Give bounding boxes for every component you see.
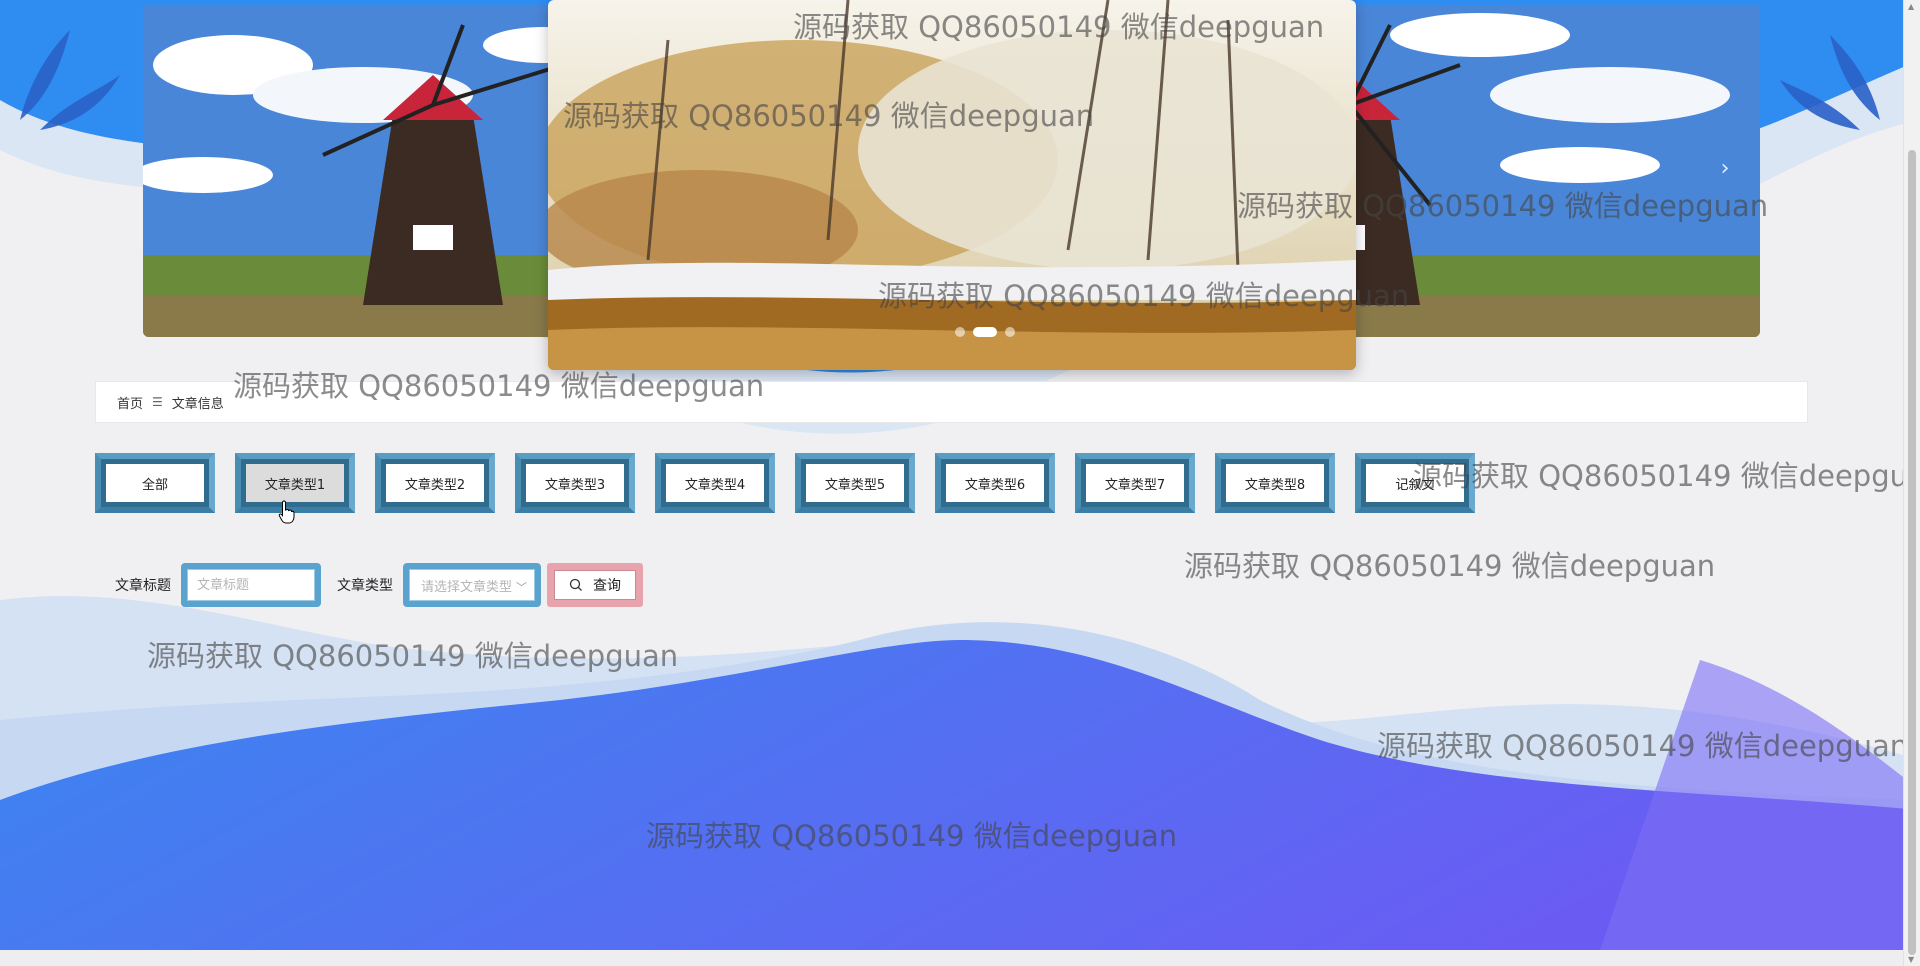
category-button-type4[interactable]: 文章类型4 — [655, 453, 775, 513]
breadcrumb-home-link[interactable]: 首页 — [117, 393, 143, 412]
category-button-type7[interactable]: 文章类型7 — [1075, 453, 1195, 513]
category-button-all[interactable]: 全部 — [95, 453, 215, 513]
carousel-dot-2[interactable] — [973, 327, 997, 337]
category-label: 文章类型4 — [666, 464, 764, 502]
category-label: 文章类型8 — [1226, 464, 1324, 502]
category-filter-bar: 全部 文章类型1 文章类型2 文章类型3 文章类型4 文章类型5 文章类型6 文… — [95, 453, 1475, 513]
search-form: 文章标题 文章类型 请选择文章类型 ﹀ 查询 — [115, 563, 643, 607]
type-field-label: 文章类型 — [337, 578, 393, 594]
carousel-slide-snow-forest[interactable] — [548, 0, 1356, 370]
category-button-type3[interactable]: 文章类型3 — [515, 453, 635, 513]
category-label: 全部 — [106, 464, 204, 502]
image-carousel: ‹ › — [143, 0, 1760, 375]
carousel-indicators — [955, 327, 1015, 337]
chevron-down-icon: ﹀ — [516, 581, 527, 594]
search-icon — [569, 578, 582, 591]
search-button-label: 查询 — [593, 578, 621, 594]
category-label: 文章类型3 — [526, 464, 624, 502]
snow-forest-image — [548, 0, 1356, 370]
category-label: 文章类型1 — [246, 464, 344, 502]
breadcrumb-current: 文章信息 — [171, 396, 224, 412]
search-button[interactable]: 查询 — [547, 563, 643, 607]
category-button-type8[interactable]: 文章类型8 — [1215, 453, 1335, 513]
category-button-narrative[interactable]: 记叙文 — [1355, 453, 1475, 513]
title-search-input[interactable] — [187, 569, 315, 601]
scroll-up-arrow-icon[interactable]: ▲ — [1908, 2, 1914, 11]
carousel-dot-3[interactable] — [1005, 327, 1015, 337]
category-label: 文章类型5 — [806, 464, 904, 502]
category-button-type6[interactable]: 文章类型6 — [935, 453, 1055, 513]
type-select[interactable]: 请选择文章类型 ﹀ — [403, 563, 541, 607]
category-label: 文章类型6 — [946, 464, 1044, 502]
category-label: 文章类型2 — [386, 464, 484, 502]
category-button-type2[interactable]: 文章类型2 — [375, 453, 495, 513]
breadcrumb: 首页 ☰ 文章信息 — [95, 381, 1808, 423]
scrollbar-thumb[interactable] — [1908, 150, 1916, 955]
title-field-wrapper — [181, 563, 321, 607]
breadcrumb-separator-icon: ☰ — [152, 395, 163, 409]
category-button-type5[interactable]: 文章类型5 — [795, 453, 915, 513]
scroll-down-arrow-icon[interactable]: ▼ — [1908, 955, 1914, 964]
carousel-prev-button[interactable]: ‹ — [163, 155, 193, 185]
title-field-label: 文章标题 — [115, 578, 171, 594]
hand-pointer-icon — [278, 500, 295, 524]
carousel-next-button[interactable]: › — [1710, 155, 1740, 185]
type-select-placeholder: 请选择文章类型 — [421, 579, 513, 595]
page-scrollbar[interactable]: ▲ ▼ — [1903, 0, 1920, 966]
carousel-dot-1[interactable] — [955, 327, 965, 337]
category-label: 文章类型7 — [1086, 464, 1184, 502]
category-label: 记叙文 — [1366, 464, 1464, 502]
